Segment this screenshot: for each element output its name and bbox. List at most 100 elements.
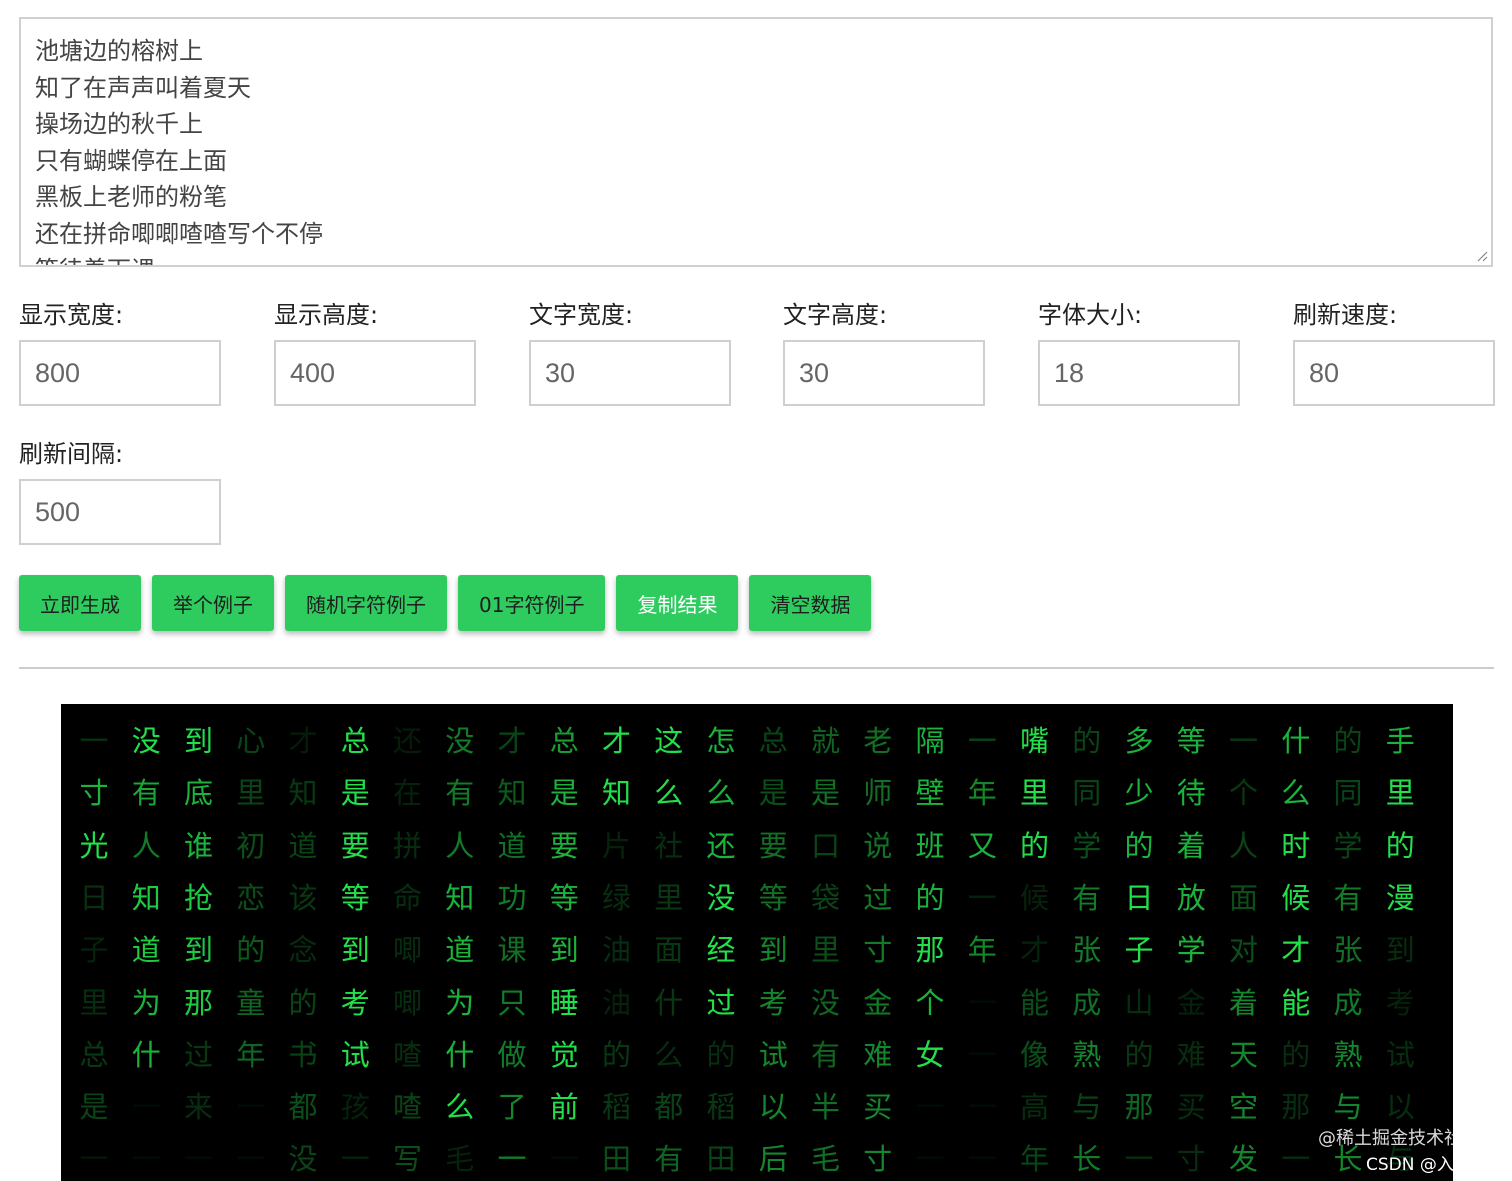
matrix-glyph: 金 xyxy=(1176,985,1206,1020)
matrix-glyph: 以 xyxy=(758,1090,788,1125)
matrix-glyph: 等 xyxy=(549,880,579,915)
page: 显示宽度: 显示高度: 文字宽度: 文字高度: 字体大小: 刷新速度: 刷新间隔… xyxy=(0,0,1512,1181)
matrix-glyph: 到 xyxy=(1385,933,1415,968)
refresh-interval-input[interactable] xyxy=(19,479,221,545)
display-width-input[interactable] xyxy=(19,340,221,406)
example-button[interactable]: 举个例子 xyxy=(152,575,274,631)
matrix-glyph: 没 xyxy=(810,985,840,1020)
matrix-glyph: 少 xyxy=(1124,776,1154,811)
matrix-glyph: 有 xyxy=(1333,880,1363,915)
matrix-glyph: 子 xyxy=(1124,933,1154,968)
action-buttons: 立即生成 举个例子 随机字符例子 01字符例子 复制结果 清空数据 xyxy=(19,575,872,631)
matrix-glyph: 光 xyxy=(79,828,109,863)
display-height-input[interactable] xyxy=(274,340,476,406)
matrix-glyph: 熟 xyxy=(1333,1037,1363,1072)
matrix-glyph: 到 xyxy=(183,933,213,968)
matrix-glyph: 要 xyxy=(758,828,788,863)
matrix-glyph: 过 xyxy=(183,1037,213,1072)
matrix-glyph: 一 xyxy=(236,1090,266,1125)
matrix-glyph: 的 xyxy=(601,1037,631,1072)
matrix-glyph: 了 xyxy=(497,1090,527,1125)
matrix-glyph: 那 xyxy=(1124,1090,1154,1125)
matrix-glyph: 抢 xyxy=(183,880,213,915)
matrix-glyph: 里 xyxy=(79,985,109,1020)
matrix-glyph: 人 xyxy=(445,828,475,863)
matrix-glyph: 像 xyxy=(1019,1037,1049,1072)
matrix-glyph: 一 xyxy=(497,1142,527,1177)
matrix-glyph: 童 xyxy=(236,985,266,1020)
matrix-glyph: 寸 xyxy=(79,776,109,811)
refresh-speed-input[interactable] xyxy=(1293,340,1495,406)
text-height-input[interactable] xyxy=(783,340,985,406)
matrix-glyph: 有 xyxy=(810,1037,840,1072)
refresh-speed-label: 刷新速度: xyxy=(1293,301,1398,329)
matrix-glyph: 里 xyxy=(810,933,840,968)
matrix-glyph: 一 xyxy=(915,1090,945,1125)
font-size-label: 字体大小: xyxy=(1038,301,1143,329)
matrix-glyph: 有 xyxy=(445,776,475,811)
text-width-input[interactable] xyxy=(529,340,731,406)
matrix-glyph: 考 xyxy=(1385,985,1415,1020)
binary-example-button[interactable]: 01字符例子 xyxy=(458,575,606,631)
matrix-glyph: 才 xyxy=(1019,933,1049,968)
matrix-glyph: 日 xyxy=(79,880,109,915)
matrix-glyph: 才 xyxy=(497,724,527,758)
resize-grip-icon[interactable] xyxy=(1476,250,1488,262)
matrix-glyph: 稻 xyxy=(601,1090,631,1125)
matrix-glyph: 试 xyxy=(758,1037,788,1072)
matrix-glyph: 总 xyxy=(758,724,788,758)
matrix-glyph: 没 xyxy=(288,1142,318,1177)
text-width-field: 文字宽度: xyxy=(529,300,731,406)
matrix-glyph: 念 xyxy=(288,933,318,968)
matrix-glyph: 为 xyxy=(131,985,161,1020)
matrix-glyph: 社 xyxy=(654,828,684,863)
matrix-glyph: 田 xyxy=(706,1142,736,1177)
matrix-glyph: 一 xyxy=(183,1142,213,1177)
matrix-glyph: 年 xyxy=(967,933,997,968)
matrix-glyph: 的 xyxy=(1385,828,1415,863)
matrix-glyph: 面 xyxy=(654,933,684,968)
matrix-glyph: 写 xyxy=(392,1142,422,1177)
content-textarea[interactable] xyxy=(21,19,1491,265)
generate-button[interactable]: 立即生成 xyxy=(19,575,141,631)
matrix-glyph: 是 xyxy=(810,776,840,811)
matrix-glyph: 是 xyxy=(340,776,370,811)
copy-result-button[interactable]: 复制结果 xyxy=(616,575,739,631)
matrix-glyph: 考 xyxy=(758,985,788,1020)
matrix-glyph: 课 xyxy=(497,933,527,968)
matrix-glyph: 一 xyxy=(131,1142,161,1177)
matrix-glyph: 知 xyxy=(497,776,527,811)
matrix-glyph: 是 xyxy=(79,1090,109,1125)
matrix-glyph: 有 xyxy=(131,776,161,811)
matrix-glyph: 心 xyxy=(236,724,266,758)
matrix-glyph: 么 xyxy=(706,776,736,811)
matrix-glyph: 一 xyxy=(967,880,997,915)
matrix-glyph: 命 xyxy=(392,880,422,915)
matrix-glyph: 熟 xyxy=(1072,1037,1102,1072)
matrix-glyph: 壁 xyxy=(915,776,945,811)
matrix-glyph: 学 xyxy=(1333,828,1363,863)
matrix-glyph: 一 xyxy=(549,1142,579,1177)
matrix-glyph: 要 xyxy=(549,828,579,863)
matrix-glyph: 来 xyxy=(183,1090,213,1125)
matrix-glyph: 片 xyxy=(601,828,631,863)
matrix-glyph: 试 xyxy=(1385,1037,1415,1072)
matrix-glyph: 金 xyxy=(863,985,893,1020)
matrix-glyph: 前 xyxy=(549,1090,579,1125)
matrix-glyph: 稻 xyxy=(706,1090,736,1125)
matrix-glyph: 过 xyxy=(863,880,893,915)
matrix-glyph: 一 xyxy=(967,1037,997,1072)
matrix-glyph: 道 xyxy=(131,933,161,968)
matrix-glyph: 是 xyxy=(758,776,788,811)
refresh-interval-label: 刷新间隔: xyxy=(19,440,124,468)
matrix-glyph: 那 xyxy=(915,933,945,968)
matrix-glyph: 女 xyxy=(915,1037,945,1072)
clear-data-button[interactable]: 清空数据 xyxy=(749,575,872,631)
random-example-button[interactable]: 随机字符例子 xyxy=(285,575,447,631)
font-size-input[interactable] xyxy=(1038,340,1240,406)
matrix-glyph: 学 xyxy=(1176,933,1206,968)
matrix-glyph: 觉 xyxy=(549,1037,579,1072)
matrix-glyph: 着 xyxy=(1228,985,1258,1020)
matrix-glyph: 的 xyxy=(915,880,945,915)
font-size-field: 字体大小: xyxy=(1038,300,1240,406)
